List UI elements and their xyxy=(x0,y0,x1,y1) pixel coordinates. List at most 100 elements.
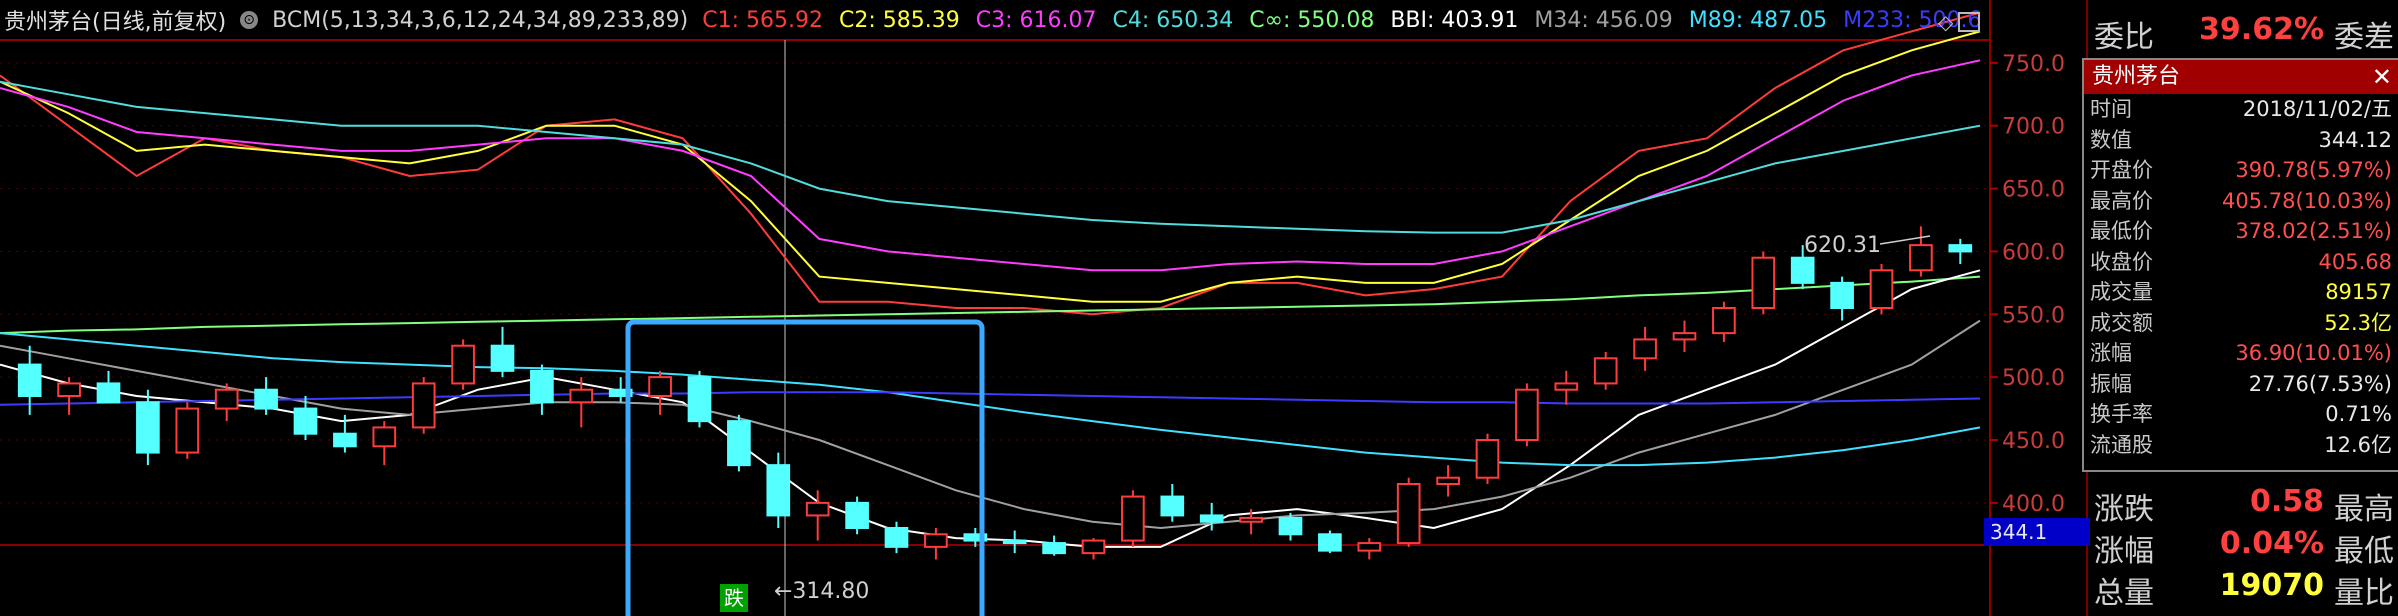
candle-body xyxy=(1909,244,1933,272)
fall-badge: 跌 xyxy=(720,584,748,612)
indicator-name: BCM(5,13,34,3,6,12,24,34,89,233,89) xyxy=(272,7,689,33)
high-annotation: 620.31 xyxy=(1804,233,1881,258)
popup-label: 最低价 xyxy=(2090,219,2153,243)
quote-label: 涨跌 xyxy=(2094,492,2154,527)
legend-items: C1: 565.92 C2: 585.39 C3: 616.07 C4: 650.34… xyxy=(702,8,1981,33)
candle-body xyxy=(17,363,42,398)
candle-body xyxy=(1357,542,1382,552)
candle-body xyxy=(1475,439,1500,479)
y-tick-label: 650.0 xyxy=(2002,178,2065,203)
popup-value: 36.90(10.01%) xyxy=(2235,341,2392,365)
candle-body xyxy=(1318,533,1342,552)
popup-value: 2018/11/02/五 xyxy=(2242,97,2392,121)
popup-label: 成交量 xyxy=(2090,280,2153,304)
popup-value: 27.76(7.53%) xyxy=(2248,371,2392,396)
candle-body xyxy=(372,426,397,448)
popup-value: 390.78(5.97%) xyxy=(2235,158,2392,182)
high-arrow xyxy=(1879,235,1931,245)
chart-title: 贵州茅台(日线,前复权) xyxy=(4,10,227,35)
legend-item: M89: 487.05 xyxy=(1688,7,1828,33)
candle-body xyxy=(254,388,278,410)
settings-circle-icon[interactable]: ⊙ xyxy=(240,11,259,29)
candle-body xyxy=(1948,244,1973,253)
candle-body xyxy=(569,388,594,404)
popup-row: 收盘价 405.68 xyxy=(2084,247,2398,278)
candle-body xyxy=(530,369,554,404)
popup-value: 0.71% xyxy=(2325,402,2392,426)
candle-body xyxy=(1751,256,1776,310)
candle-body xyxy=(1239,516,1263,523)
candle-body xyxy=(1869,269,1894,309)
line-C∞ xyxy=(0,275,1981,335)
popup-row: 最高价 405.78(10.03%) xyxy=(2084,186,2398,217)
popup-title: 贵州茅台 xyxy=(2092,64,2181,89)
quote-label-2: 量比 xyxy=(2334,576,2394,611)
quote-row: 涨幅 0.04% 最低 xyxy=(2094,526,2394,570)
legend-item: BBI: 403.91 xyxy=(1390,7,1519,33)
quote-value: 0.58 xyxy=(2249,484,2324,519)
candle-body xyxy=(214,388,239,410)
y-tick-label: 600.0 xyxy=(2002,240,2065,265)
candle-body xyxy=(727,420,751,467)
y-tick-label: 450.0 xyxy=(2002,429,2065,454)
candle-body xyxy=(451,344,475,385)
popup-label: 数值 xyxy=(2090,127,2132,152)
popup-value: 52.3亿 xyxy=(2324,310,2392,335)
popup-row: 振幅 27.76(7.53%) xyxy=(2084,369,2398,400)
window-toggle-icon[interactable] xyxy=(1958,12,1980,32)
candle-body xyxy=(1712,307,1736,335)
close-icon[interactable]: ✕ xyxy=(2372,60,2392,94)
quote-label: 委比 xyxy=(2094,20,2154,55)
candle-body xyxy=(333,432,357,448)
line-C1 xyxy=(0,11,1981,316)
popup-row: 成交量 89157 xyxy=(2084,277,2398,308)
candle-body xyxy=(175,407,200,454)
popup-row: 流通股 12.6亿 xyxy=(2084,430,2398,461)
quote-row: 委比 39.62% 委差 xyxy=(2094,12,2394,56)
y-tick-label: 550.0 xyxy=(2002,303,2065,328)
line-C3 xyxy=(0,59,1981,272)
candle-body xyxy=(1396,483,1421,545)
candle-body xyxy=(1436,476,1460,486)
candle-body xyxy=(805,501,830,517)
popup-row: 成交额 52.3亿 xyxy=(2084,308,2398,339)
popup-rows: 时间 2018/11/02/五 数值 344.12 开盘价 390.78(5.97%) 最高… xyxy=(2084,94,2398,460)
popup-row: 时间 2018/11/02/五 xyxy=(2084,94,2398,125)
candlestick-chart[interactable]: 400.0 450.0 500.0 550.0 600.0 650.0 700.0 750.0… xyxy=(0,0,2086,616)
candle-body xyxy=(845,501,869,530)
popup-label: 换手率 xyxy=(2090,402,2153,426)
popup-label: 开盘价 xyxy=(2090,158,2153,182)
candle-body xyxy=(1830,281,1854,310)
candle-body xyxy=(766,464,791,517)
popup-value: 405.68 xyxy=(2318,249,2392,274)
popup-value: 405.78(10.03%) xyxy=(2222,188,2392,213)
indicator-legend: 贵州茅台(日线,前复权) ⊙ BCM(5,13,34,3,6,12,24,34,… xyxy=(0,0,1981,40)
candle-body xyxy=(411,382,436,429)
popup-header: 贵州茅台 ✕ xyxy=(2084,60,2398,94)
quote-value: 39.62% xyxy=(2199,12,2324,47)
diamond-icon[interactable]: ◇ xyxy=(1938,10,1953,34)
candle-body xyxy=(1042,542,1066,555)
candle-body xyxy=(924,533,948,548)
legend-item: C∞: 550.08 xyxy=(1249,7,1375,33)
quote-value: 0.04% xyxy=(2219,526,2324,561)
candle-body xyxy=(1002,539,1027,545)
popup-value: 12.6亿 xyxy=(2324,432,2392,457)
candle-body xyxy=(1593,357,1618,385)
candle-body xyxy=(136,401,160,454)
y-tick-label: 500.0 xyxy=(2002,366,2065,391)
quote-label: 总量 xyxy=(2094,576,2154,611)
legend-item: C1: 565.92 xyxy=(702,7,824,33)
quote-label-2: 委差 xyxy=(2334,20,2394,55)
candle-body xyxy=(1199,514,1224,523)
quote-label-2: 最低 xyxy=(2334,534,2394,569)
y-tick-label: 700.0 xyxy=(2002,115,2065,140)
candle-body xyxy=(293,407,318,435)
popup-label: 成交额 xyxy=(2090,310,2153,335)
popup-row: 换手率 0.71% xyxy=(2084,399,2398,430)
y-tick-label: 400.0 xyxy=(2002,492,2065,517)
selection-box xyxy=(625,319,985,616)
candle-body xyxy=(1633,338,1657,360)
legend-item: M34: 456.09 xyxy=(1534,7,1673,33)
current-price-tag: 344.1 xyxy=(1984,518,2090,546)
